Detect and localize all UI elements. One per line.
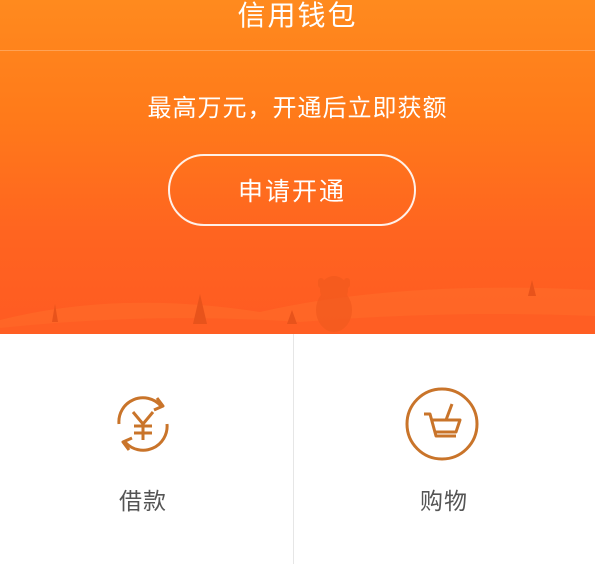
shopping-cart-icon <box>402 384 482 464</box>
top-bar: 信用钱包 <box>0 0 595 51</box>
hero-banner: 信用钱包 最高万元，开通后立即获额 申请开通 <box>0 0 595 334</box>
apply-open-button[interactable]: 申请开通 <box>168 154 416 226</box>
mascot-silhouette <box>316 276 352 332</box>
yen-exchange-icon <box>103 384 183 464</box>
hill-scenery-illustration <box>0 276 595 334</box>
page-title: 信用钱包 <box>237 0 358 32</box>
promo-subtitle: 最高万元，开通后立即获额 <box>147 94 448 122</box>
shopping-action[interactable]: 购物 <box>294 334 595 564</box>
loan-label: 借款 <box>119 489 167 515</box>
loan-action[interactable]: 借款 <box>0 334 293 564</box>
shopping-label: 购物 <box>420 489 468 515</box>
